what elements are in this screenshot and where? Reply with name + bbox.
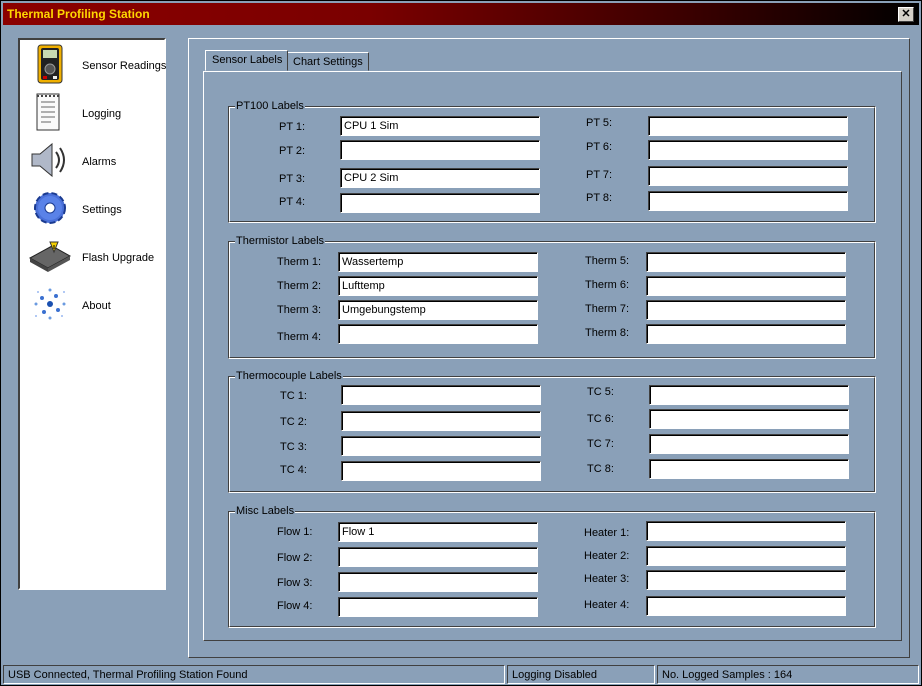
main-window: Thermal Profiling Station ✕ Sensor Readi…	[0, 0, 922, 686]
status-logging: Logging Disabled	[507, 665, 655, 684]
notepad-icon	[36, 93, 60, 131]
close-button[interactable]: ✕	[898, 7, 914, 22]
tab-chart-settings[interactable]: Chart Settings	[286, 52, 369, 71]
tab-panel	[203, 71, 902, 641]
nav-panel: Sensor Readings Logging Alarms Settings …	[18, 38, 166, 590]
nav-item-alarms[interactable]: Alarms	[24, 138, 164, 182]
nav-item-about[interactable]: About	[24, 282, 164, 326]
multimeter-icon	[37, 44, 63, 84]
nav-label-alarms: Alarms	[82, 156, 117, 168]
nav-item-settings[interactable]: Settings	[24, 186, 164, 230]
gear-icon	[34, 192, 66, 224]
nav-label-sensor-readings: Sensor Readings	[82, 60, 167, 72]
chip-icon	[28, 241, 72, 272]
nav-item-sensor-readings[interactable]: Sensor Readings	[24, 42, 167, 86]
nav-item-flash-upgrade[interactable]: Flash Upgrade	[24, 234, 164, 278]
nav-label-flash-upgrade: Flash Upgrade	[82, 252, 155, 264]
speaker-icon	[31, 142, 65, 178]
nav-item-logging[interactable]: Logging	[24, 90, 164, 134]
close-icon: ✕	[901, 8, 911, 20]
tab-label: Sensor Labels	[212, 54, 283, 66]
status-bar: USB Connected, Thermal Profiling Station…	[3, 665, 919, 685]
status-connection: USB Connected, Thermal Profiling Station…	[3, 665, 505, 684]
tab-sensor-labels[interactable]: Sensor Labels	[205, 50, 289, 71]
title-bar[interactable]: Thermal Profiling Station ✕	[3, 3, 919, 25]
status-samples: No. Logged Samples : 164	[657, 665, 919, 684]
nav-label-logging: Logging	[82, 108, 122, 120]
nav-label-settings: Settings	[82, 204, 122, 216]
nav-label-about: About	[82, 300, 111, 312]
window-title: Thermal Profiling Station	[7, 7, 150, 21]
tab-label: Chart Settings	[293, 56, 363, 68]
dots-icon	[34, 288, 66, 320]
